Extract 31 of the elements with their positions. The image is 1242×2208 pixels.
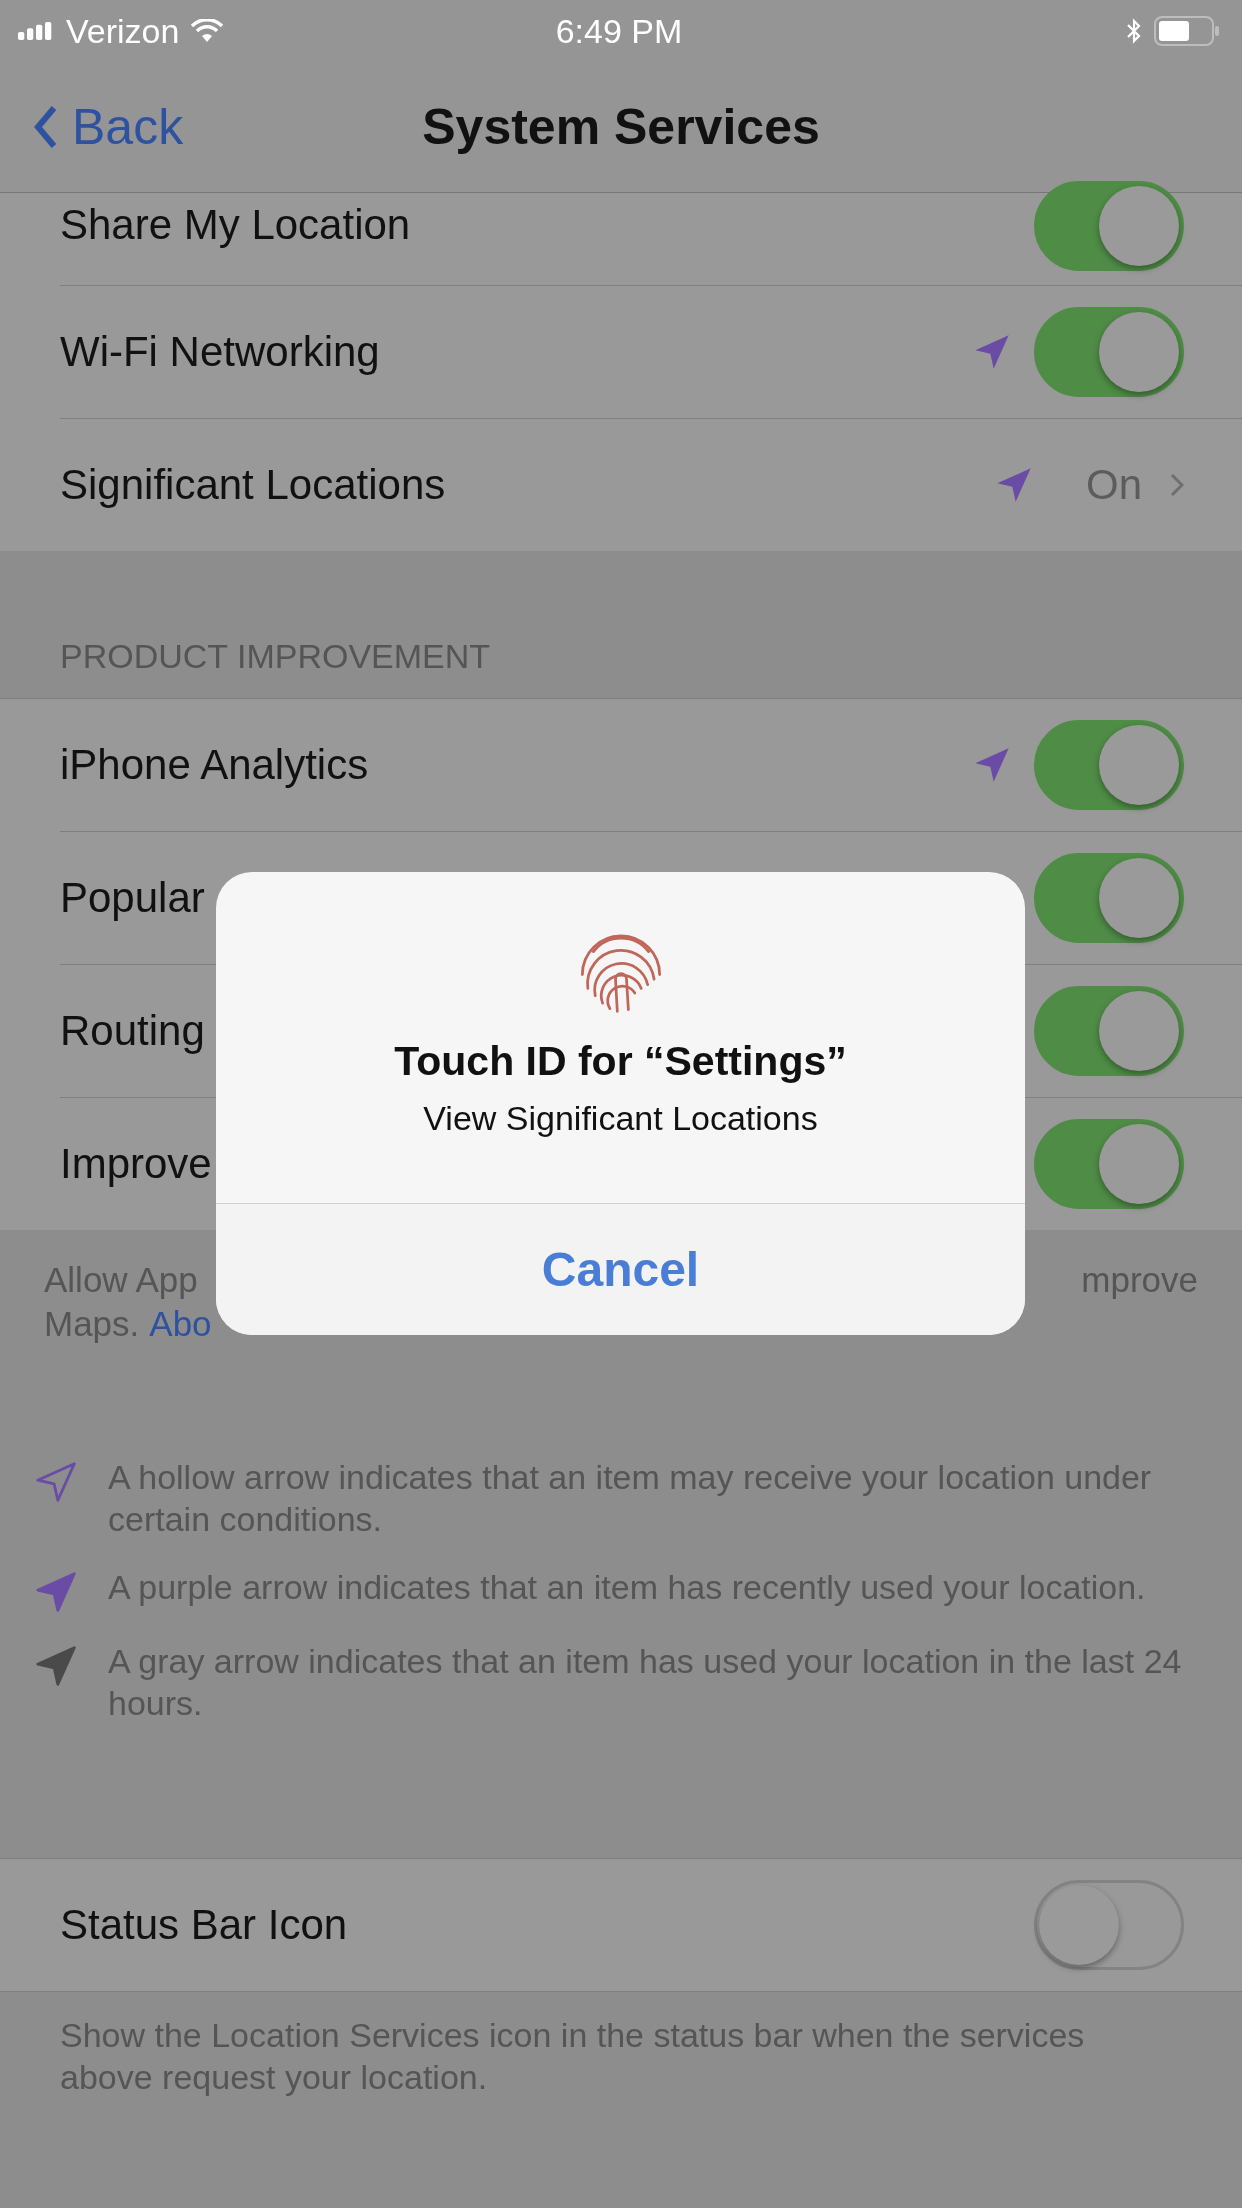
legend-text: A purple arrow indicates that an item has recently used your location. xyxy=(108,1567,1146,1608)
row-label: iPhone Analytics xyxy=(60,741,369,789)
signal-icon xyxy=(18,21,54,41)
bluetooth-icon xyxy=(1126,17,1142,45)
page-title: System Services xyxy=(422,98,820,156)
dialog-message: View Significant Locations xyxy=(423,1099,818,1138)
footer-text: Maps. xyxy=(44,1303,140,1345)
footer-text: Show the Location Services icon in the status bar when the services above request your location. xyxy=(59,2015,1086,2098)
row-label: Routing xyxy=(60,1007,205,1055)
carrier-name: Verizon xyxy=(66,11,180,51)
dialog-title: Touch ID for “Settings” xyxy=(394,1038,847,1085)
row-label: Improve xyxy=(60,1140,212,1188)
about-link[interactable]: Abo xyxy=(149,1302,212,1346)
back-button[interactable]: Back xyxy=(0,98,184,156)
section-header: PRODUCT IMPROVEMENT xyxy=(60,637,491,676)
legend-text: A hollow arrow indicates that an item may receive your location under certain conditions. xyxy=(108,1457,1153,1540)
wifi-icon xyxy=(191,19,224,43)
cancel-button[interactable]: Cancel xyxy=(216,1203,1025,1335)
row-label: Wi-Fi Networking xyxy=(60,328,380,376)
legend-text: A gray arrow indicates that an item has used your location in the last 24 hours. xyxy=(108,1641,1183,1724)
footer-text: Allow App xyxy=(44,1259,198,1301)
chevron-icon xyxy=(1170,472,1184,498)
row-label: Significant Locations xyxy=(60,461,446,509)
clock-time: 6:49 PM xyxy=(555,11,683,51)
back-chevron-icon xyxy=(34,105,58,149)
row-label: Share My Location xyxy=(60,201,411,249)
footer-text: mprove xyxy=(1081,1259,1198,1301)
row-label: Popular xyxy=(60,874,205,922)
row-value: On xyxy=(1085,461,1142,509)
battery-icon xyxy=(1154,16,1220,46)
row-label: Status Bar Icon xyxy=(60,1901,348,1949)
